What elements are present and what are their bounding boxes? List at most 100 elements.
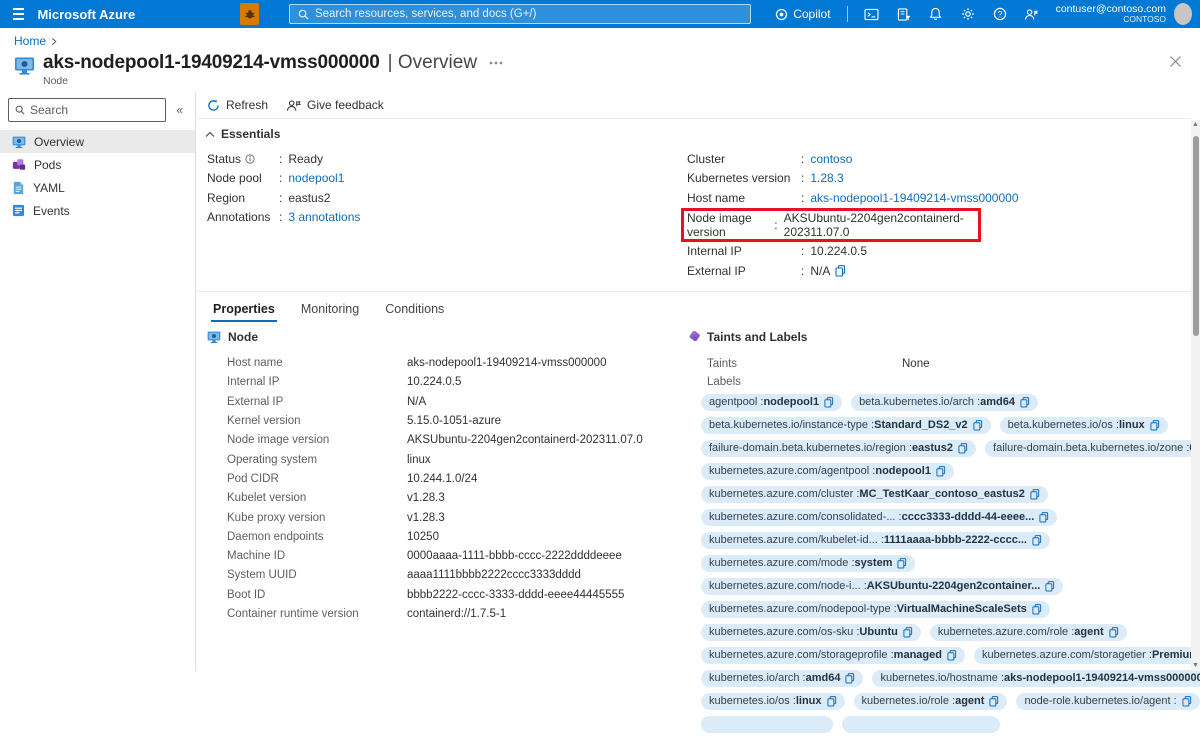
label-chip[interactable]: kubernetes.azure.com/node-i...AKSUbuntu-…	[701, 578, 1063, 596]
taints-label: Taints	[707, 358, 902, 370]
tab-conditions[interactable]: Conditions	[379, 298, 450, 322]
copy-icon[interactable]	[947, 650, 957, 661]
label-chip[interactable]: beta.kubernetes.io/instance-typeStandard…	[701, 417, 991, 435]
refresh-button[interactable]: Refresh	[207, 98, 268, 112]
breadcrumb-home-link[interactable]: Home	[14, 34, 46, 48]
copy-icon[interactable]	[958, 443, 968, 454]
essentials-row-status: Status : Ready	[207, 149, 687, 169]
field-label: Region	[207, 191, 279, 205]
copy-icon[interactable]	[1030, 489, 1040, 500]
copy-icon[interactable]	[1045, 581, 1055, 592]
cluster-link[interactable]: contoso	[810, 152, 852, 166]
overview-icon	[12, 135, 26, 149]
label-chip[interactable]: kubernetes.io/roleagent	[854, 693, 1008, 711]
prop-value: aks-nodepool1-19409214-vmss000000	[407, 357, 606, 369]
copy-icon[interactable]	[1109, 627, 1119, 638]
label-chip[interactable]: agentpoolnodepool1	[701, 394, 842, 412]
label-chip[interactable]: failure-domain.beta.kubernetes.io/region…	[701, 440, 976, 458]
sidebar-item-events[interactable]: Events	[0, 199, 195, 222]
copy-icon[interactable]	[1020, 397, 1030, 408]
prop-label: Kube proxy version	[227, 512, 407, 524]
notifications-button[interactable]	[922, 2, 950, 26]
scrollbar-thumb[interactable]	[1193, 136, 1199, 336]
label-chip[interactable]: kubernetes.io/oslinux	[701, 693, 845, 711]
directory-filter-button[interactable]	[890, 2, 918, 26]
essentials-toggle[interactable]: Essentials	[197, 119, 1191, 145]
sidebar: « Overview Pods YAML Events	[0, 92, 196, 671]
copy-icon[interactable]	[1039, 512, 1049, 523]
copy-icon[interactable]	[827, 696, 837, 707]
taints-section-title: Taints and Labels	[707, 330, 807, 344]
sidebar-collapse-icon[interactable]: «	[172, 103, 187, 117]
essentials-row-hostname: Host name: aks-nodepool1-19409214-vmss00…	[687, 188, 1187, 208]
copy-icon[interactable]	[835, 265, 846, 277]
copy-icon[interactable]	[1032, 604, 1042, 615]
label-chip[interactable]: failure-domain.beta.kubernetes.io/zone0	[985, 440, 1200, 458]
help-button[interactable]: ?	[986, 2, 1014, 26]
label-chip[interactable]: kubernetes.azure.com/consolidated-...ccc…	[701, 509, 1057, 527]
scroll-down-icon[interactable]: ▼	[1191, 661, 1200, 671]
label-chip[interactable]: kubernetes.azure.com/clusterMC_TestKaar_…	[701, 486, 1048, 504]
label-chip[interactable]: kubernetes.azure.com/storagetierPremium_…	[974, 647, 1200, 665]
copilot-button[interactable]: Copilot	[769, 7, 836, 21]
refresh-label: Refresh	[226, 98, 268, 112]
label-chip[interactable]: kubernetes.io/archamd64	[701, 670, 863, 688]
account-info[interactable]: contuser@contoso.com CONTOSO	[1056, 4, 1166, 25]
azure-brand[interactable]: Microsoft Azure	[37, 7, 135, 22]
label-chip[interactable]: kubernetes.azure.com/agentpoolnodepool1	[701, 463, 954, 481]
prop-label: Pod CIDR	[227, 473, 407, 485]
sidebar-search[interactable]	[8, 98, 166, 122]
label-chip[interactable]: kubernetes.io/hostnameaks-nodepool1-1940…	[872, 670, 1200, 688]
copy-icon[interactable]	[845, 673, 855, 684]
feedback-button[interactable]	[1018, 2, 1046, 26]
vertical-scrollbar[interactable]: ▲ ▼	[1191, 120, 1200, 671]
cloud-shell-button[interactable]	[858, 2, 886, 26]
global-search-input[interactable]	[315, 8, 742, 20]
sidebar-search-input[interactable]	[30, 103, 159, 117]
info-icon[interactable]	[245, 154, 255, 164]
copy-icon[interactable]	[973, 420, 983, 431]
hamburger-menu-icon[interactable]	[0, 0, 37, 28]
command-bar: Refresh Give feedback	[197, 92, 1191, 118]
global-search[interactable]	[289, 4, 751, 24]
copy-icon[interactable]	[1032, 535, 1042, 546]
copy-icon[interactable]	[824, 397, 834, 408]
copy-icon[interactable]	[1150, 420, 1160, 431]
tab-properties[interactable]: Properties	[207, 298, 281, 322]
label-chip-partial[interactable]	[842, 716, 1000, 734]
label-chip[interactable]: node-role.kubernetes.io/agent	[1016, 693, 1199, 711]
give-feedback-button[interactable]: Give feedback	[286, 98, 384, 112]
k8s-version-link[interactable]: 1.28.3	[810, 171, 843, 185]
label-chip[interactable]: kubernetes.azure.com/roleagent	[930, 624, 1127, 642]
hostname-link[interactable]: aks-nodepool1-19409214-vmss000000	[810, 191, 1018, 205]
label-chip-partial[interactable]	[701, 716, 833, 734]
scroll-up-icon[interactable]: ▲	[1191, 120, 1200, 130]
label-chip[interactable]: kubernetes.azure.com/modesystem	[701, 555, 915, 573]
prop-label: Machine ID	[227, 550, 407, 562]
node-icon	[207, 330, 221, 344]
label-chip[interactable]: kubernetes.azure.com/os-skuUbuntu	[701, 624, 921, 642]
label-chip[interactable]: beta.kubernetes.io/archamd64	[851, 394, 1038, 412]
sidebar-item-yaml[interactable]: YAML	[0, 176, 195, 199]
extension-badge-icon[interactable]	[240, 3, 259, 25]
nodepool-link[interactable]: nodepool1	[288, 171, 344, 185]
copy-icon[interactable]	[989, 696, 999, 707]
close-icon[interactable]	[1169, 55, 1182, 68]
tab-monitoring[interactable]: Monitoring	[295, 298, 365, 322]
cloud-shell-icon	[864, 8, 879, 21]
copy-icon[interactable]	[936, 466, 946, 477]
label-chip[interactable]: kubernetes.azure.com/storageprofilemanag…	[701, 647, 965, 665]
label-chip[interactable]: beta.kubernetes.io/oslinux	[1000, 417, 1168, 435]
settings-button[interactable]	[954, 2, 982, 26]
copy-icon[interactable]	[897, 558, 907, 569]
annotations-link[interactable]: 3 annotations	[288, 210, 360, 224]
sidebar-item-overview[interactable]: Overview	[0, 130, 195, 153]
avatar[interactable]	[1174, 3, 1192, 25]
label-chip[interactable]: kubernetes.azure.com/kubelet-id...1111aa…	[701, 532, 1050, 550]
copy-icon[interactable]	[903, 627, 913, 638]
more-menu-icon[interactable]	[485, 61, 507, 65]
label-chip[interactable]: kubernetes.azure.com/nodepool-typeVirtua…	[701, 601, 1050, 619]
copy-icon[interactable]	[1182, 696, 1192, 707]
sidebar-item-pods[interactable]: Pods	[0, 153, 195, 176]
field-label: External IP	[687, 264, 801, 278]
